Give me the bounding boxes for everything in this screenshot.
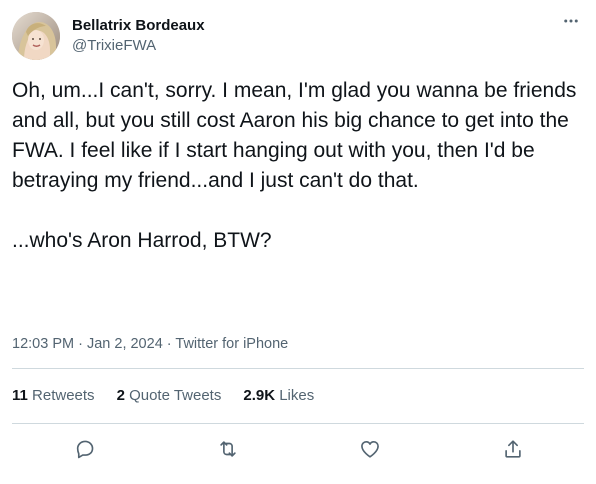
more-horizontal-icon [564,19,578,23]
more-options-button[interactable] [560,10,582,32]
user-handle[interactable]: @TrixieFWA [72,36,205,56]
retweet-button[interactable] [214,435,242,463]
tweet-time[interactable]: 12:03 PM [12,336,74,352]
tweet-date[interactable]: Jan 2, 2024 [87,336,163,352]
engagement-stats: 11 Retweets 2 Quote Tweets 2.9K Likes [12,386,336,406]
meta-separator: · [74,336,87,352]
tweet-text: Oh, um...I can't, sorry. I mean, I'm gla… [12,79,577,252]
retweets-stat[interactable]: 11 Retweets [12,386,95,406]
share-icon [505,440,521,458]
avatar-image [12,12,60,60]
tweet-meta: 12:03 PM · Jan 2, 2024 · Twitter for iPh… [12,334,288,354]
share-button[interactable] [499,435,527,463]
likes-stat[interactable]: 2.9K Likes [243,386,314,406]
likes-label: Likes [275,387,315,404]
avatar[interactable] [12,12,60,60]
like-button[interactable] [356,435,384,463]
quote-tweets-label: Quote Tweets [124,387,222,404]
reply-button[interactable] [71,435,99,463]
action-bar [12,425,584,473]
meta-separator: · [162,336,176,352]
retweets-count: 11 [12,387,28,404]
retweets-label: Retweets [27,387,95,404]
tweet-card: Bellatrix Bordeaux @TrixieFWA Oh, um...I… [0,0,596,484]
like-heart-icon [361,441,379,458]
likes-count: 2.9K [243,387,276,404]
quote-tweets-stat[interactable]: 2 Quote Tweets [117,386,222,406]
user-info: Bellatrix Bordeaux @TrixieFWA [72,16,205,56]
quote-tweets-count: 2 [116,387,125,404]
reply-icon [76,440,94,459]
tweet-source[interactable]: Twitter for iPhone [175,336,288,352]
retweet-icon [220,441,236,457]
divider-bottom [12,423,584,424]
divider-top [12,368,584,369]
display-name[interactable]: Bellatrix Bordeaux [72,16,205,36]
